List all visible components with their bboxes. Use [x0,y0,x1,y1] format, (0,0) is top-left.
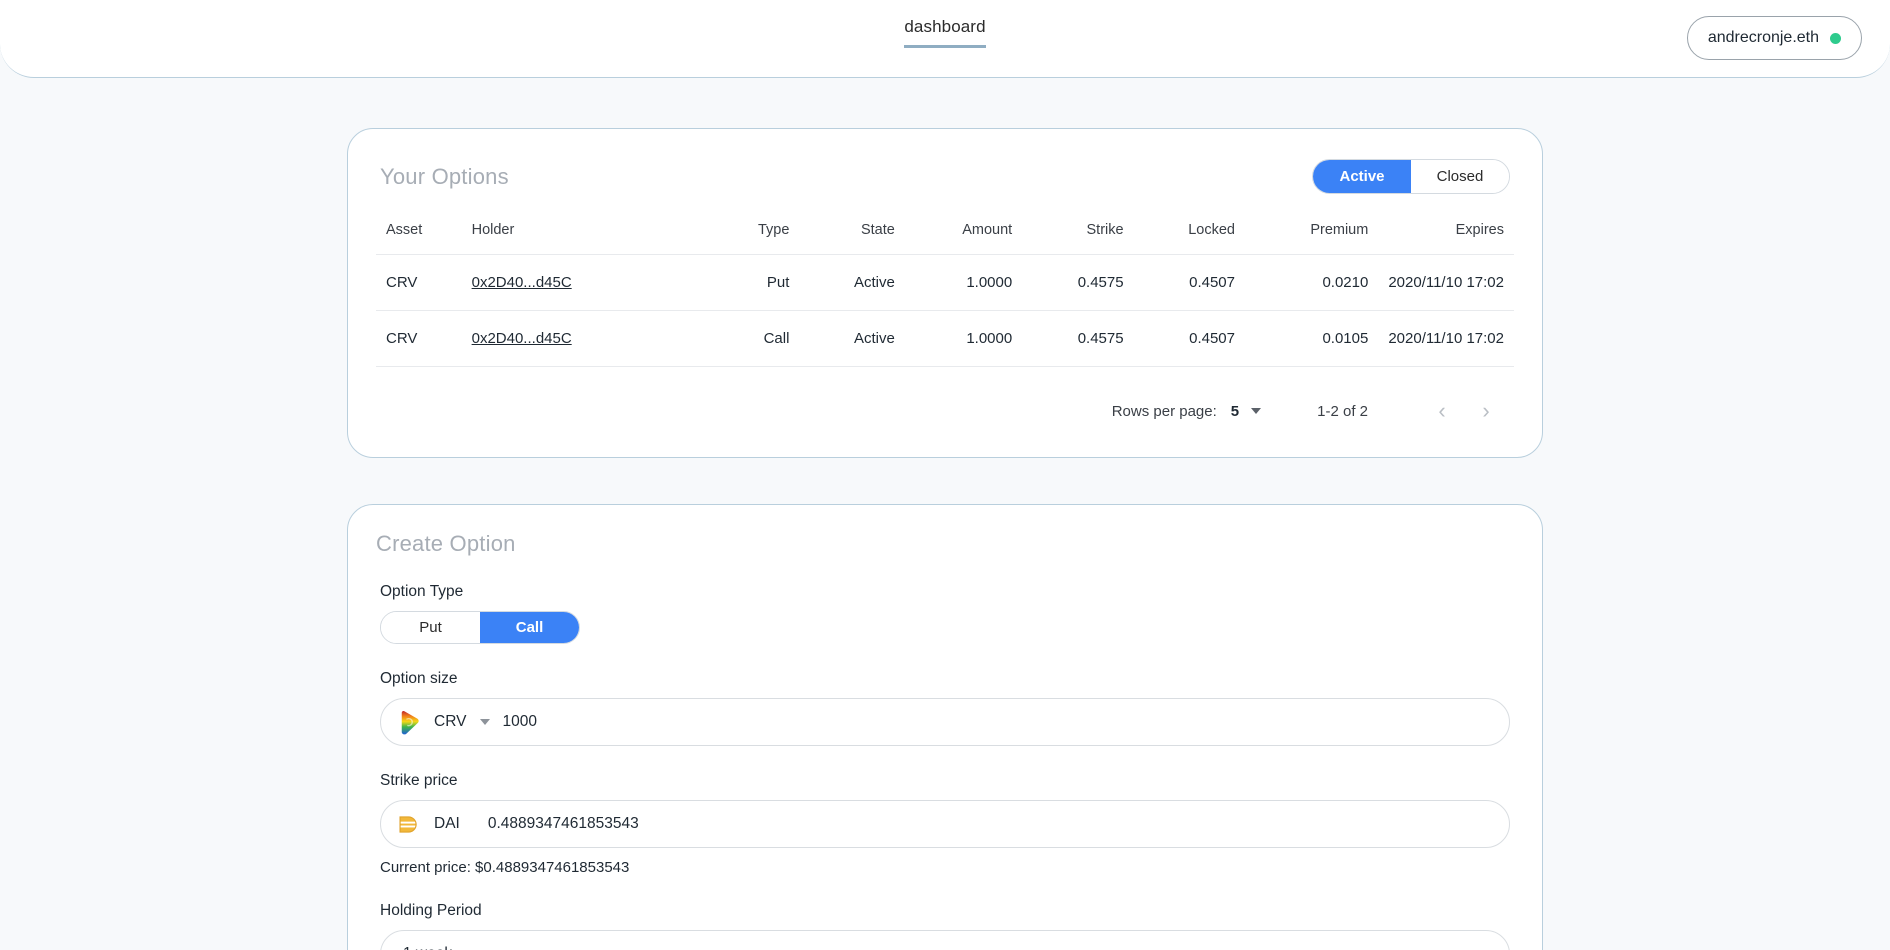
option-type-put-button[interactable]: Put [381,612,480,643]
chevron-down-icon [1251,408,1262,414]
cell-holder: 0x2D40...d45C [461,254,691,311]
column-header-amount: Amount [904,214,1023,255]
cell-strike: 0.4575 [1022,310,1134,367]
cell-amount: 1.0000 [904,254,1023,311]
cell-holder: 0x2D40...d45C [461,310,691,367]
option-size-token: CRV [434,713,467,730]
table-row[interactable]: CRV 0x2D40...d45C Put Active 1.0000 0.45… [376,254,1514,311]
cell-type: Put [690,254,800,311]
filter-closed-label: Closed [1436,168,1484,185]
online-dot-icon [1830,32,1841,44]
holder-address-link[interactable]: 0x2D40...d45C [472,330,572,347]
option-type-call-label: Call [515,619,544,636]
rows-per-page-label: Rows per page: [1111,402,1217,420]
column-header-asset: Asset [376,214,462,255]
field-strike-price: Strike price DAI Current price: $0.48893… [380,772,1510,876]
holding-period-select[interactable]: 1 week [380,930,1510,950]
column-header-type: Type [690,214,800,255]
account-label: andrecronje.eth [1707,29,1819,46]
strike-price-token: DAI [434,815,460,832]
chevron-right-icon[interactable]: › [1464,391,1508,431]
filter-active-button[interactable]: Active [1313,160,1411,193]
tab-dashboard-label: dashboard [904,17,986,36]
holding-period-label: Holding Period [380,902,482,919]
field-holding-period: Holding Period 1 week [380,902,1510,950]
table-header-row: Asset Holder Type State Amount Strike Lo… [376,214,1514,255]
option-type-label: Option Type [380,583,464,600]
strike-price-input[interactable] [487,815,1499,833]
cell-asset: CRV [376,254,462,311]
filter-closed-button[interactable]: Closed [1411,160,1509,193]
option-type-put-label: Put [419,619,442,636]
cell-strike: 0.4575 [1022,254,1134,311]
strike-price-input-row[interactable]: DAI [380,800,1510,848]
holder-address-link[interactable]: 0x2D40...d45C [472,274,572,291]
options-filter-toggle: Active Closed [1312,159,1510,194]
option-size-input-row[interactable]: CRV [380,698,1510,746]
chevron-left-icon[interactable]: ‹ [1420,391,1464,431]
column-header-expires: Expires [1378,214,1514,255]
column-header-strike: Strike [1022,214,1134,255]
account-button[interactable]: andrecronje.eth [1686,16,1862,60]
cell-premium: 0.0105 [1245,310,1379,367]
cell-locked: 0.4507 [1133,310,1245,367]
page-content: Your Options Active Closed Asset Holder … [0,78,1890,950]
rows-per-page-value: 5 [1230,402,1240,420]
cell-expires: 2020/11/10 17:02 [1378,310,1514,367]
column-header-locked: Locked [1133,214,1245,255]
cell-expires: 2020/11/10 17:02 [1378,254,1514,311]
options-table-body: CRV 0x2D40...d45C Put Active 1.0000 0.45… [376,254,1514,367]
app-header: dashboard andrecronje.eth [0,0,1890,78]
filter-active-label: Active [1339,168,1385,185]
current-price-helper: Current price: $0.4889347461853543 [380,859,630,876]
holding-period-value: 1 week [403,945,452,950]
cell-locked: 0.4507 [1133,254,1245,311]
rows-per-page-select[interactable]: 5 [1230,402,1262,420]
column-header-premium: Premium [1245,214,1379,255]
your-options-title: Your Options [380,163,509,189]
option-type-call-button[interactable]: Call [480,612,579,643]
dai-token-icon [397,815,420,833]
create-option-form: Option Type Put Call Option size CRV 100… [376,583,1514,950]
pagination-range-label: 1-2 of 2 [1317,402,1368,420]
cell-asset: CRV [376,310,462,367]
cell-premium: 0.0210 [1245,254,1379,311]
strike-price-label: Strike price [380,772,458,789]
cell-state: Active [799,310,905,367]
option-size-label: Option size [380,670,458,687]
create-option-title: Create Option [376,531,516,556]
your-options-card: Your Options Active Closed Asset Holder … [347,128,1543,458]
options-table: Asset Holder Type State Amount Strike Lo… [376,214,1514,367]
chevron-down-icon[interactable] [480,719,491,725]
option-type-toggle: Put Call [380,611,580,644]
tab-dashboard[interactable]: dashboard [904,16,986,48]
field-option-size: Option size CRV 1000 [380,670,1510,746]
your-options-header: Your Options Active Closed [376,155,1514,194]
option-size-input[interactable] [502,713,1499,731]
table-row[interactable]: CRV 0x2D40...d45C Call Active 1.0000 0.4… [376,310,1514,367]
column-header-state: State [799,214,905,255]
field-option-type: Option Type Put Call [380,583,1510,644]
options-table-head: Asset Holder Type State Amount Strike Lo… [376,214,1514,255]
main-nav: dashboard [0,16,1890,48]
cell-amount: 1.0000 [904,310,1023,367]
table-pagination: Rows per page: 5 1-2 of 2 ‹ › [376,367,1514,435]
crv-token-icon [401,710,419,734]
cell-type: Call [690,310,800,367]
column-header-holder: Holder [461,214,691,255]
cell-state: Active [799,254,905,311]
create-option-card: Create Option Option Type Put Call Optio… [347,504,1543,950]
